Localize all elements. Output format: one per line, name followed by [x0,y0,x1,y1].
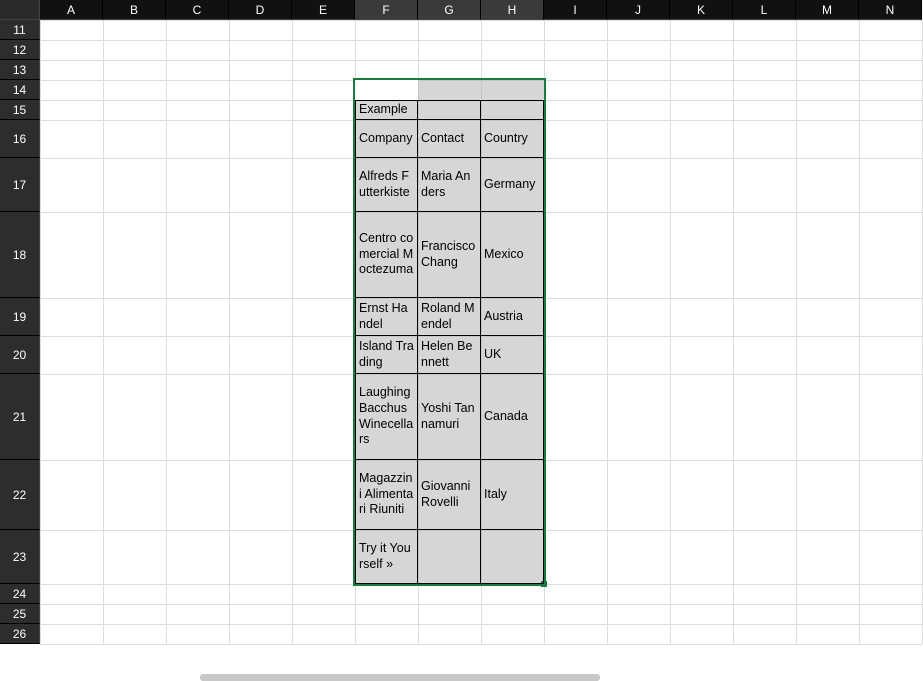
active-cell[interactable] [355,80,418,100]
row-headers[interactable]: 11121314151617181920212223242526 [0,20,40,644]
row-header-17[interactable]: 17 [0,158,40,212]
cell[interactable]: Country [481,120,544,158]
cell[interactable]: Laughing Bacchus Winecellars [355,374,418,460]
column-headers[interactable]: ABCDEFGHIJKLMN [40,0,922,20]
row-header-25[interactable]: 25 [0,604,40,624]
column-header-n[interactable]: N [859,0,922,20]
cell[interactable]: UK [481,336,544,374]
column-header-d[interactable]: D [229,0,292,20]
row-header-19[interactable]: 19 [0,298,40,336]
table-row: Try it Yourself » [355,530,544,584]
cell[interactable]: Company [355,120,418,158]
cell[interactable]: Alfreds Futterkiste [355,158,418,212]
spreadsheet[interactable]: ABCDEFGHIJKLMN 1112131415161718192021222… [0,0,923,681]
row-header-21[interactable]: 21 [0,374,40,460]
row-header-22[interactable]: 22 [0,460,40,530]
column-header-c[interactable]: C [166,0,229,20]
cell[interactable] [418,530,481,584]
horizontal-scrollbar[interactable] [200,674,600,681]
cell[interactable]: Magazzini Alimentari Riuniti [355,460,418,530]
table-row: Island TradingHelen BennettUK [355,336,544,374]
cell[interactable] [481,100,544,120]
table-row: Ernst HandelRoland MendelAustria [355,298,544,336]
cell[interactable] [418,100,481,120]
table-row: Centro comercial MoctezumaFrancisco Chan… [355,212,544,298]
select-all-corner[interactable] [0,0,40,20]
data-table: ExampleCompanyContactCountryAlfreds Futt… [355,100,544,584]
column-header-j[interactable]: J [607,0,670,20]
row-header-18[interactable]: 18 [0,212,40,298]
cell[interactable]: Giovanni Rovelli [418,460,481,530]
cell[interactable]: Germany [481,158,544,212]
selection-range [355,80,544,584]
cell[interactable]: Centro comercial Moctezuma [355,212,418,298]
row-header-11[interactable]: 11 [0,20,40,40]
cell[interactable]: Try it Yourself » [355,530,418,584]
column-header-h[interactable]: H [481,0,544,20]
row-header-16[interactable]: 16 [0,120,40,158]
row-header-14[interactable]: 14 [0,80,40,100]
cell[interactable]: Yoshi Tannamuri [418,374,481,460]
column-header-g[interactable]: G [418,0,481,20]
cell[interactable]: Ernst Handel [355,298,418,336]
row-header-20[interactable]: 20 [0,336,40,374]
table-row: Example [355,100,544,120]
cell[interactable]: Canada [481,374,544,460]
row-header-26[interactable]: 26 [0,624,40,644]
column-header-k[interactable]: K [670,0,733,20]
row-header-13[interactable]: 13 [0,60,40,80]
column-header-l[interactable]: L [733,0,796,20]
cell[interactable]: Island Trading [355,336,418,374]
row-header-15[interactable]: 15 [0,100,40,120]
row-header-12[interactable]: 12 [0,40,40,60]
column-header-a[interactable]: A [40,0,103,20]
row-header-24[interactable]: 24 [0,584,40,604]
cell[interactable]: Contact [418,120,481,158]
cell[interactable]: Helen Bennett [418,336,481,374]
cell[interactable]: Maria Anders [418,158,481,212]
table-row: Alfreds FutterkisteMaria AndersGermany [355,158,544,212]
cell[interactable]: Austria [481,298,544,336]
column-header-b[interactable]: B [103,0,166,20]
column-header-f[interactable]: F [355,0,418,20]
table-row: Laughing Bacchus WinecellarsYoshi Tannam… [355,374,544,460]
cell[interactable]: Example [355,100,418,120]
column-header-m[interactable]: M [796,0,859,20]
column-header-i[interactable]: I [544,0,607,20]
cell[interactable]: Roland Mendel [418,298,481,336]
cell[interactable]: Mexico [481,212,544,298]
column-header-e[interactable]: E [292,0,355,20]
table-row: Magazzini Alimentari RiunitiGiovanni Rov… [355,460,544,530]
cell[interactable]: Italy [481,460,544,530]
row-header-23[interactable]: 23 [0,530,40,584]
table-row: CompanyContactCountry [355,120,544,158]
cell[interactable]: Francisco Chang [418,212,481,298]
cell[interactable] [481,530,544,584]
